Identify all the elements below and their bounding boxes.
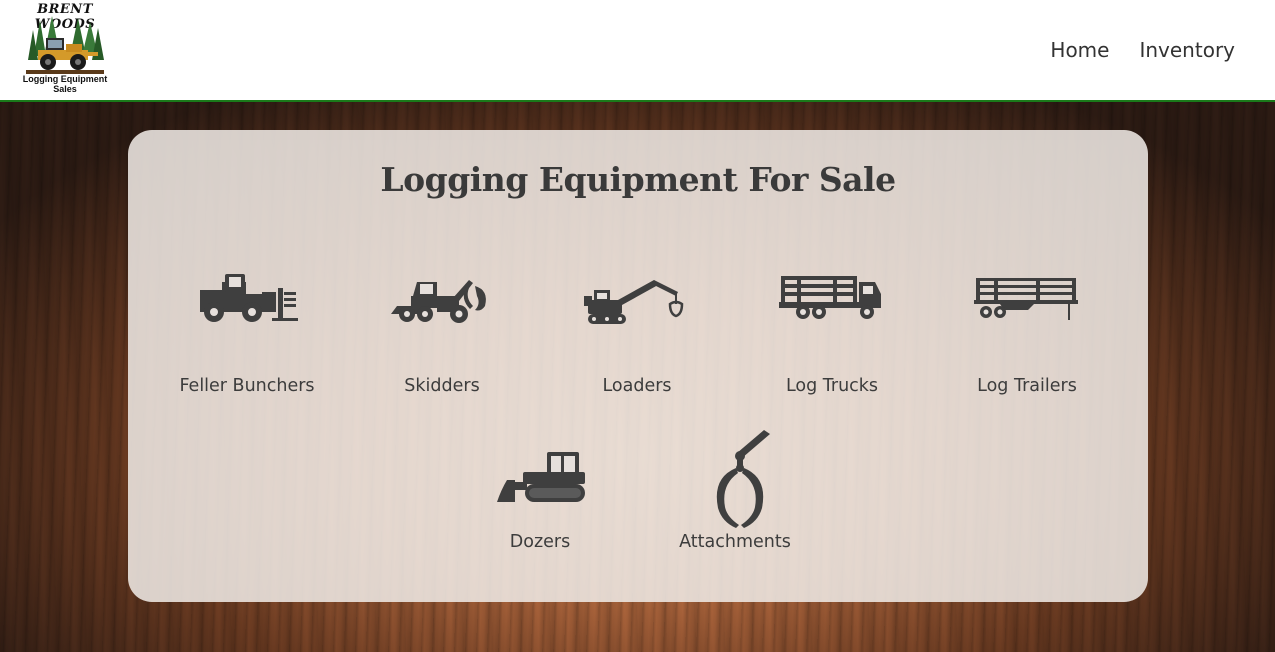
category-log-trailers[interactable]: Log Trailers: [937, 268, 1117, 396]
page-title: Logging Equipment For Sale: [380, 160, 896, 199]
main-nav: Home Inventory: [1050, 38, 1235, 62]
category-label: Feller Bunchers: [179, 376, 315, 396]
log-truck-icon: [779, 276, 881, 319]
category-feller-bunchers[interactable]: Feller Bunchers: [157, 268, 337, 396]
nav-inventory-link[interactable]: Inventory: [1139, 38, 1235, 62]
category-skidders[interactable]: Skidders: [352, 268, 532, 396]
grapple-attachment-icon: [716, 430, 770, 528]
category-label: Dozers: [509, 532, 571, 552]
skidder-icon: [391, 280, 486, 323]
category-dozers[interactable]: Dozers: [450, 426, 630, 552]
equipment-panel: Logging Equipment For Sale Feller Bunche…: [128, 130, 1148, 602]
logo-skidder-trees-icon: [26, 16, 104, 74]
nav-home-link[interactable]: Home: [1050, 38, 1109, 62]
category-loaders[interactable]: Loaders: [547, 268, 727, 396]
loader-icon: [584, 280, 684, 324]
site-header: BRENT WOODS Logging Equipment Sales Home…: [0, 0, 1275, 102]
dozer-icon: [497, 452, 585, 502]
category-label: Log Trailers: [977, 376, 1077, 396]
category-label: Loaders: [602, 376, 672, 396]
category-label: Skidders: [404, 376, 480, 396]
logo-tagline-sales: Sales: [53, 84, 77, 94]
category-label: Attachments: [679, 532, 791, 552]
site-logo[interactable]: BRENT WOODS Logging Equipment Sales: [20, 2, 110, 96]
log-trailer-icon: [974, 278, 1078, 320]
category-label: Log Trucks: [785, 376, 879, 396]
feller-buncher-icon: [200, 274, 298, 322]
logo-tagline: Logging Equipment: [22, 74, 108, 84]
category-log-trucks[interactable]: Log Trucks: [742, 268, 922, 396]
category-attachments[interactable]: Attachments: [645, 426, 825, 552]
